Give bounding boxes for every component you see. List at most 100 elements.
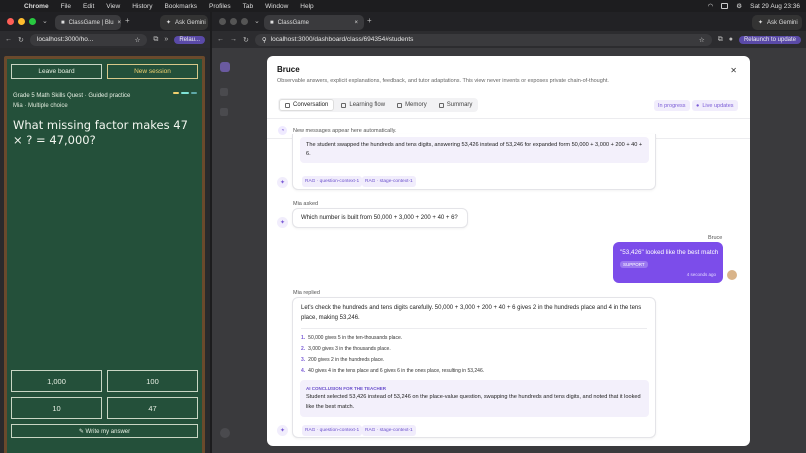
user-name-label: Bruce <box>708 235 723 241</box>
tab-summary[interactable]: Summary <box>434 99 478 111</box>
tab-title: ClassGame <box>277 19 309 26</box>
tab-list-icon[interactable]: ⌄ <box>42 17 48 25</box>
tab-title: ClassGame | Blu <box>68 19 114 26</box>
forward-icon[interactable]: → <box>230 36 237 43</box>
gemini-icon: ✦ <box>166 20 172 26</box>
reply-text: Let's check the hundreds and tens digits… <box>301 305 642 321</box>
new-tab-icon[interactable]: + <box>125 16 130 25</box>
battery-icon[interactable] <box>721 3 729 9</box>
tutor-avatar-icon: ✦ <box>277 425 288 436</box>
divider <box>301 328 647 329</box>
question-bubble-text: Which number is built from 50,000 + 3,00… <box>301 215 458 221</box>
tab-memory[interactable]: Memory <box>392 99 432 111</box>
close-window-button[interactable] <box>219 18 226 25</box>
right-url-field[interactable]: ⚲ localhost:3000/dashboard/class/694354#… <box>254 33 712 46</box>
menu-edit[interactable]: Edit <box>77 3 100 10</box>
menu-tab[interactable]: Tab <box>237 3 259 10</box>
left-tab-classgame[interactable]: ■ ClassGame | Blu × <box>55 15 121 30</box>
menu-bookmarks[interactable]: Bookmarks <box>158 3 203 10</box>
explanation-box: The student swapped the hundreds and ten… <box>300 137 649 163</box>
menu-profiles[interactable]: Profiles <box>203 3 237 10</box>
menu-window[interactable]: Window <box>259 3 294 10</box>
close-icon[interactable]: × <box>354 20 358 26</box>
mode-label: Mia · Multiple choice <box>13 103 68 109</box>
relaunch-button[interactable]: Relau... <box>174 35 205 44</box>
close-icon[interactable]: ✕ <box>730 66 737 75</box>
conclusion-text: Student selected 53,426 instead of 53,24… <box>306 394 641 410</box>
tab-list-icon[interactable]: ⌄ <box>254 17 260 25</box>
minimize-window-button[interactable] <box>18 18 25 25</box>
right-tab-classgame[interactable]: ■ ClassGame × <box>264 15 364 30</box>
minimize-window-button[interactable] <box>230 18 237 25</box>
ask-gemini-button[interactable]: ✦ Ask Gemini <box>160 15 208 30</box>
tutor-reply-bubble: Let's check the hundreds and tens digits… <box>292 297 656 438</box>
answer-option-1[interactable]: 1,000 <box>11 370 102 392</box>
profile-icon[interactable]: ● <box>729 36 733 43</box>
step-item: 2. 3,000 gives 3 in the thousands place. <box>301 346 391 352</box>
menu-view[interactable]: View <box>100 3 126 10</box>
back-icon[interactable]: ← <box>217 36 224 43</box>
write-answer-button[interactable]: ✎ Write my answer <box>11 424 198 438</box>
close-window-button[interactable] <box>7 18 14 25</box>
extensions-icon[interactable]: ⧉ <box>718 36 723 44</box>
menu-bar: Chrome File Edit View History Bookmarks … <box>0 0 806 12</box>
bookmark-star-icon[interactable]: ☆ <box>135 36 141 44</box>
student-answer-bubble: "53,426" looked like the best match SUPP… <box>613 242 723 283</box>
modal-subtitle: Observable answers, explicit explanation… <box>277 78 609 84</box>
extensions-icon[interactable]: ⧉ <box>153 36 158 44</box>
bookmark-star-icon[interactable]: ☆ <box>699 36 705 44</box>
live-updates-badge: ● Live updates <box>692 100 738 111</box>
tutor-avatar-icon: ✦ <box>277 177 288 188</box>
zoom-window-button[interactable] <box>29 18 36 25</box>
left-address-bar: ← ↻ localhost:3000/ho... ☆ ⧉ » Relau... <box>0 31 210 48</box>
mia-asked-label: Mia asked <box>293 201 319 207</box>
status-badge: In progress <box>654 100 690 111</box>
menu-file[interactable]: File <box>55 3 77 10</box>
note-text: New messages appear here automatically. <box>293 127 397 134</box>
left-tab-bar: ⌄ ■ ClassGame | Blu × + ✦ Ask Gemini <box>0 12 210 31</box>
modal-title: Bruce <box>277 65 300 74</box>
tab-learning-flow[interactable]: Learning flow <box>336 99 390 111</box>
close-icon[interactable]: × <box>118 20 121 26</box>
answer-option-2[interactable]: 100 <box>107 370 198 392</box>
relaunch-button[interactable]: Relaunch to update <box>738 35 801 44</box>
zoom-window-button[interactable] <box>241 18 248 25</box>
step-item: 1. 50,000 gives 5 in the ten-thousands pl… <box>301 335 403 341</box>
refresh-icon[interactable]: ↻ <box>243 36 249 44</box>
leave-board-button[interactable]: Leave board <box>11 64 102 79</box>
tab-label: Memory <box>405 102 427 108</box>
ask-gemini-button[interactable]: ✦ Ask Gemini <box>752 15 802 30</box>
answer-option-3[interactable]: 10 <box>11 397 102 419</box>
control-center-icon[interactable]: ⚙ <box>736 2 742 10</box>
conclusion-heading: AI CONCLUSION FOR THE TEACHER <box>306 386 387 391</box>
support-tag: SUPPORT <box>620 261 648 268</box>
site-info-icon[interactable]: ⚲ <box>262 36 267 44</box>
flow-icon <box>341 102 347 108</box>
refresh-icon[interactable]: ↻ <box>18 36 24 44</box>
clock[interactable]: Sat 29 Aug 23:36 <box>750 3 800 10</box>
tutor-message-bubble: The student swapped the hundreds and ten… <box>292 134 656 190</box>
chalkboard-frame: Leave board New session Grade 5 Math Ski… <box>4 56 205 453</box>
chat-icon <box>285 102 290 108</box>
menu-history[interactable]: History <box>126 3 158 10</box>
menu-help[interactable]: Help <box>294 3 319 10</box>
rag-tag: RAG · question-context-1 <box>302 176 363 187</box>
answer-option-4[interactable]: 47 <box>107 397 198 419</box>
tab-conversation[interactable]: Conversation <box>279 99 335 111</box>
summary-icon <box>438 102 444 108</box>
wifi-icon[interactable]: ◠ <box>708 2 714 10</box>
step-item: 3. 200 gives 2 in the hundreds place. <box>301 357 385 363</box>
message-icon: ◔ <box>278 126 287 135</box>
back-icon[interactable]: ← <box>5 36 12 43</box>
new-tab-icon[interactable]: + <box>367 16 372 25</box>
menu-app[interactable]: Chrome <box>18 3 55 10</box>
more-tabs-icon[interactable]: » <box>164 36 168 43</box>
left-url-field[interactable]: localhost:3000/ho... ☆ <box>29 33 148 46</box>
new-session-button[interactable]: New session <box>107 64 198 79</box>
grade-label: Grade 5 Math Skills Quest · Guided pract… <box>13 93 131 99</box>
left-browser-window: ⌄ ■ ClassGame | Blu × + ✦ Ask Gemini ← ↻… <box>0 12 210 453</box>
ask-gemini-label: Ask Gemini <box>767 19 798 26</box>
chalkboard: Leave board New session Grade 5 Math Ski… <box>7 59 202 453</box>
conclusion-box: AI CONCLUSION FOR THE TEACHER Student se… <box>300 380 649 417</box>
rag-tag: RAG · question-context-1 <box>302 425 363 436</box>
